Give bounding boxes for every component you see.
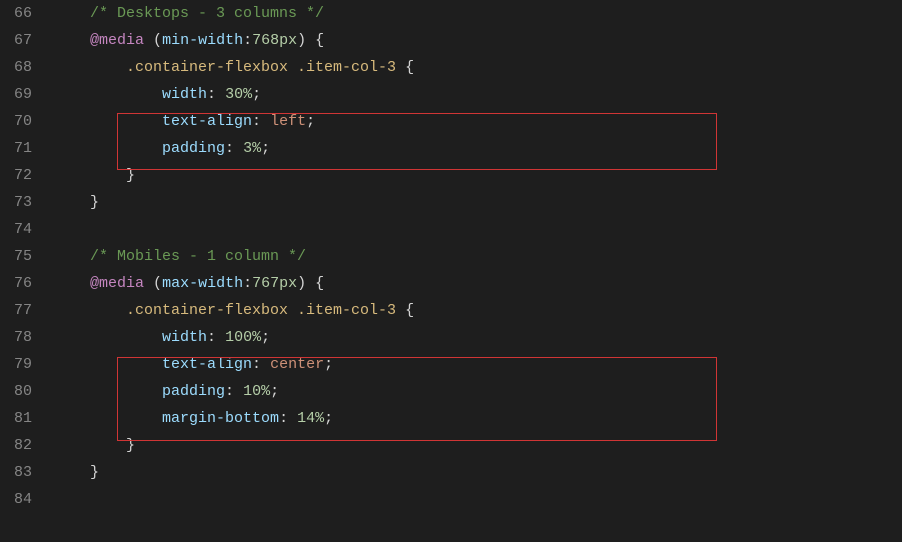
selector-token: .container-flexbox .item-col-3 bbox=[126, 302, 396, 319]
punct-token: ; bbox=[261, 140, 270, 157]
punct-token: ; bbox=[252, 86, 261, 103]
paren-token: ( bbox=[153, 32, 162, 49]
punct-token: : bbox=[225, 383, 243, 400]
code-line: @media (max-width:767px) { bbox=[54, 270, 902, 297]
number-token: 100% bbox=[225, 329, 261, 346]
comment-token: /* Desktops - 3 columns */ bbox=[90, 5, 324, 22]
code-line: } bbox=[54, 189, 902, 216]
at-rule-token: @media bbox=[90, 32, 144, 49]
line-number: 80 bbox=[8, 378, 32, 405]
punct-token: : bbox=[243, 275, 252, 292]
brace-token: { bbox=[405, 302, 414, 319]
code-line: /* Mobiles - 1 column */ bbox=[54, 243, 902, 270]
code-line: padding: 3%; bbox=[54, 135, 902, 162]
number-token: 10% bbox=[243, 383, 270, 400]
value-token: center bbox=[270, 356, 324, 373]
code-line: padding: 10%; bbox=[54, 378, 902, 405]
line-number: 70 bbox=[8, 108, 32, 135]
line-number: 71 bbox=[8, 135, 32, 162]
property-token: text-align bbox=[162, 356, 252, 373]
code-area[interactable]: /* Desktops - 3 columns */ @media (min-w… bbox=[50, 0, 902, 542]
punct-token: : bbox=[252, 113, 270, 130]
brace-token: } bbox=[126, 167, 135, 184]
property-token: max-width bbox=[162, 275, 243, 292]
property-token: padding bbox=[162, 140, 225, 157]
punct-token: : bbox=[225, 140, 243, 157]
property-token: width bbox=[162, 86, 207, 103]
code-line: width: 30%; bbox=[54, 81, 902, 108]
code-line: width: 100%; bbox=[54, 324, 902, 351]
line-number-gutter: 66676869707172737475767778798081828384 bbox=[0, 0, 50, 542]
code-line bbox=[54, 486, 902, 513]
brace-token: } bbox=[90, 194, 99, 211]
line-number: 79 bbox=[8, 351, 32, 378]
code-line: @media (min-width:768px) { bbox=[54, 27, 902, 54]
punct-token: : bbox=[207, 86, 225, 103]
punct-token: ; bbox=[261, 329, 270, 346]
selector-token: .container-flexbox .item-col-3 bbox=[126, 59, 396, 76]
property-token: padding bbox=[162, 383, 225, 400]
property-token: text-align bbox=[162, 113, 252, 130]
brace-token: } bbox=[90, 464, 99, 481]
paren-token: ) bbox=[297, 32, 306, 49]
brace-token: { bbox=[315, 275, 324, 292]
line-number: 84 bbox=[8, 486, 32, 513]
line-number: 78 bbox=[8, 324, 32, 351]
line-number: 83 bbox=[8, 459, 32, 486]
code-line: .container-flexbox .item-col-3 { bbox=[54, 297, 902, 324]
line-number: 67 bbox=[8, 27, 32, 54]
code-line: .container-flexbox .item-col-3 { bbox=[54, 54, 902, 81]
punct-token: ; bbox=[324, 356, 333, 373]
line-number: 81 bbox=[8, 405, 32, 432]
property-token: margin-bottom bbox=[162, 410, 279, 427]
punct-token: : bbox=[243, 32, 252, 49]
code-line: text-align: left; bbox=[54, 108, 902, 135]
brace-token: { bbox=[405, 59, 414, 76]
line-number: 66 bbox=[8, 0, 32, 27]
property-token: min-width bbox=[162, 32, 243, 49]
line-number: 76 bbox=[8, 270, 32, 297]
code-line: /* Desktops - 3 columns */ bbox=[54, 0, 902, 27]
line-number: 73 bbox=[8, 189, 32, 216]
number-token: 30% bbox=[225, 86, 252, 103]
paren-token: ) bbox=[297, 275, 306, 292]
line-number: 74 bbox=[8, 216, 32, 243]
punct-token: ; bbox=[306, 113, 315, 130]
line-number: 82 bbox=[8, 432, 32, 459]
brace-token: } bbox=[126, 437, 135, 454]
code-line: } bbox=[54, 432, 902, 459]
paren-token: ( bbox=[153, 275, 162, 292]
number-token: 767px bbox=[252, 275, 297, 292]
line-number: 75 bbox=[8, 243, 32, 270]
number-token: 768px bbox=[252, 32, 297, 49]
line-number: 69 bbox=[8, 81, 32, 108]
punct-token: : bbox=[252, 356, 270, 373]
punct-token: ; bbox=[324, 410, 333, 427]
value-token: left bbox=[270, 113, 306, 130]
code-line: margin-bottom: 14%; bbox=[54, 405, 902, 432]
code-editor: 66676869707172737475767778798081828384 /… bbox=[0, 0, 902, 542]
punct-token: : bbox=[207, 329, 225, 346]
punct-token: : bbox=[279, 410, 297, 427]
code-line: text-align: center; bbox=[54, 351, 902, 378]
comment-token: /* Mobiles - 1 column */ bbox=[90, 248, 306, 265]
code-line: } bbox=[54, 459, 902, 486]
number-token: 3% bbox=[243, 140, 261, 157]
at-rule-token: @media bbox=[90, 275, 144, 292]
line-number: 77 bbox=[8, 297, 32, 324]
code-line bbox=[54, 216, 902, 243]
brace-token: { bbox=[315, 32, 324, 49]
number-token: 14% bbox=[297, 410, 324, 427]
punct-token: ; bbox=[270, 383, 279, 400]
line-number: 68 bbox=[8, 54, 32, 81]
line-number: 72 bbox=[8, 162, 32, 189]
code-line: } bbox=[54, 162, 902, 189]
property-token: width bbox=[162, 329, 207, 346]
